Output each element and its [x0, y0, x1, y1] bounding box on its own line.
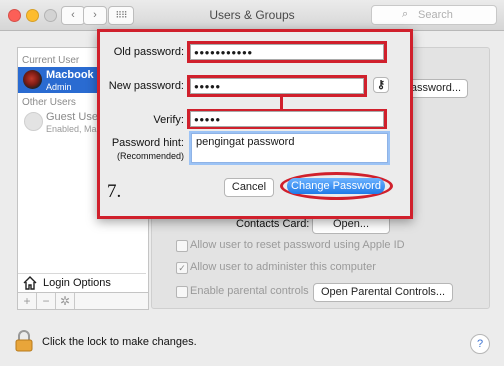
contacts-card-label: Contacts Card:: [236, 218, 310, 230]
sidebar-button-bar: + − ✲: [17, 292, 149, 310]
step-annotation: 7.: [107, 181, 122, 202]
show-all-button[interactable]: ⠿⠿: [108, 6, 134, 25]
house-icon: [23, 276, 37, 290]
remove-user-button[interactable]: −: [37, 293, 56, 309]
password-hint-sublabel: (Recommended): [116, 151, 184, 161]
help-button[interactable]: ?: [470, 334, 490, 354]
open-parental-controls-button[interactable]: Open Parental Controls...: [313, 283, 453, 302]
new-password-field[interactable]: ●●●●●: [190, 78, 364, 94]
search-icon: ⌕: [402, 8, 409, 20]
guest-user-name[interactable]: Guest User: [46, 111, 99, 123]
grid-icon: ⠿⠿: [115, 10, 127, 20]
allow-reset-label: Allow user to reset password using Apple…: [190, 239, 405, 251]
sidebar-divider: [18, 273, 146, 274]
back-button[interactable]: ‹: [61, 6, 85, 25]
other-users-header: Other Users: [22, 97, 76, 108]
lock-message: Click the lock to make changes.: [42, 336, 197, 348]
allow-admin-checkbox[interactable]: ✓: [176, 262, 188, 274]
add-user-button[interactable]: +: [18, 293, 37, 309]
password-hint-label: Password hint:: [111, 137, 184, 149]
allow-admin-label: Allow user to administer this computer: [190, 261, 376, 273]
gear-icon[interactable]: ✲: [56, 293, 75, 309]
guest-avatar: [24, 112, 43, 131]
chevron-left-icon: ‹: [71, 9, 75, 21]
chevron-right-icon: ›: [93, 9, 97, 21]
window-title: Users & Groups: [209, 8, 295, 22]
search-field[interactable]: ⌕ Search: [371, 5, 497, 25]
minimize-window-button[interactable]: [26, 9, 39, 22]
verify-label: Verify:: [153, 114, 184, 126]
annotation-connector: [280, 97, 283, 109]
current-user-role: Admin: [46, 82, 72, 92]
password-assistant-key-icon[interactable]: ⚷: [373, 77, 389, 93]
current-user-name: Macbook P: [46, 69, 105, 81]
forward-button[interactable]: ›: [83, 6, 107, 25]
search-placeholder: Search: [418, 9, 453, 21]
old-password-label: Old password:: [113, 46, 184, 58]
change-password-pane-button[interactable]: assword...: [404, 79, 468, 98]
current-user-header: Current User: [22, 55, 80, 66]
lock-icon[interactable]: [15, 330, 33, 352]
cancel-button[interactable]: Cancel: [224, 178, 274, 197]
password-hint-field[interactable]: pengingat password: [191, 133, 388, 163]
parental-controls-checkbox[interactable]: [176, 286, 188, 298]
new-password-label: New password:: [108, 80, 184, 92]
avatar: [23, 70, 42, 89]
guest-user-status: Enabled, Ma: [46, 124, 97, 134]
login-options-item[interactable]: Login Options: [43, 277, 111, 289]
allow-reset-checkbox[interactable]: [176, 240, 188, 252]
change-password-button[interactable]: Change Password: [287, 178, 385, 194]
close-window-button[interactable]: [8, 9, 21, 22]
zoom-window-button[interactable]: [44, 9, 57, 22]
verify-field[interactable]: ●●●●●: [190, 111, 384, 127]
parental-controls-label: Enable parental controls: [190, 285, 309, 297]
old-password-field[interactable]: ●●●●●●●●●●●: [190, 44, 384, 60]
